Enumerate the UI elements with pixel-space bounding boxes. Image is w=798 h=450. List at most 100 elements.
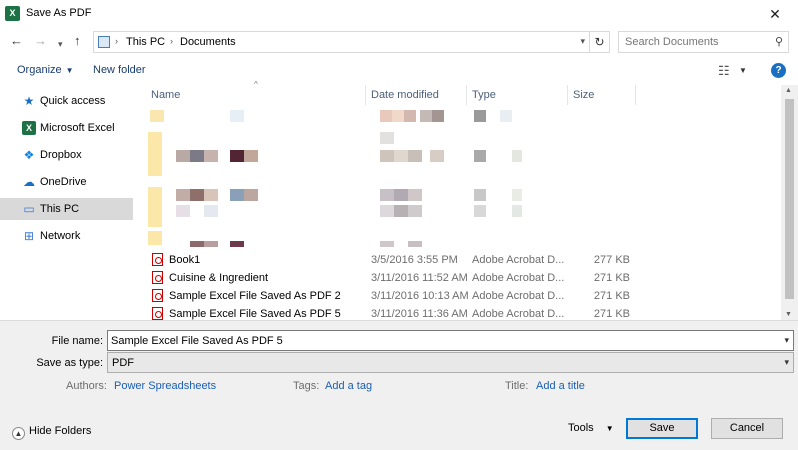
sidebar-item-quick-access[interactable]: ★ Quick access	[0, 90, 133, 112]
chevron-down-icon[interactable]: ▾	[784, 335, 789, 346]
sidebar-item-dropbox[interactable]: ❖ Dropbox	[0, 144, 133, 166]
network-icon: ⊞	[23, 229, 35, 243]
search-box[interactable]: ⚲	[618, 31, 789, 53]
scroll-up-icon[interactable]: ▲	[785, 87, 792, 94]
breadcrumb-documents[interactable]: Documents	[180, 36, 236, 48]
file-row[interactable]: Book1 3/5/2016 3:55 PM Adobe Acrobat D..…	[140, 251, 790, 269]
chevron-down-icon[interactable]: ▾	[784, 357, 789, 368]
column-header-name[interactable]: Name	[151, 85, 180, 105]
save-type-select[interactable]: PDF ▾	[107, 352, 794, 373]
file-name-field[interactable]: ▾	[107, 330, 794, 351]
cancel-button[interactable]: Cancel	[711, 418, 783, 439]
sidebar-item-label: Network	[40, 230, 81, 242]
file-size: 277 KB	[593, 254, 630, 266]
save-type-label: Save as type:	[36, 357, 103, 369]
computer-icon	[98, 36, 110, 48]
file-date: 3/11/2016 10:13 AM	[371, 290, 469, 302]
column-divider[interactable]	[567, 85, 568, 105]
breadcrumb-separator-icon[interactable]: ›	[170, 36, 173, 46]
file-size: 271 KB	[593, 290, 630, 302]
file-type: Adobe Acrobat D...	[472, 290, 565, 302]
save-type-value: PDF	[112, 357, 134, 369]
file-size: 271 KB	[593, 272, 630, 284]
save-button[interactable]: Save	[626, 418, 698, 439]
file-type: Adobe Acrobat D...	[472, 308, 565, 320]
command-toolbar: Organize ▼ New folder ☷ ▼ ?	[0, 57, 798, 85]
file-row[interactable]: Cuisine & Ingredient 3/11/2016 11:52 AM …	[140, 269, 790, 287]
chevron-up-icon: ▲	[12, 427, 25, 440]
refresh-icon[interactable]: ↻	[590, 31, 610, 53]
up-arrow-icon[interactable]: ↑	[74, 34, 81, 48]
file-date: 3/5/2016 3:55 PM	[371, 254, 458, 266]
help-icon[interactable]: ?	[771, 63, 786, 78]
close-button[interactable]: ✕	[752, 0, 798, 28]
file-size: 271 KB	[593, 308, 630, 320]
hide-folders-label: Hide Folders	[29, 425, 92, 437]
sidebar-item-network[interactable]: ⊞ Network	[0, 225, 133, 247]
breadcrumb-separator-icon[interactable]: ›	[115, 36, 118, 46]
file-name-label: File name:	[51, 335, 103, 347]
address-bar[interactable]: › This PC › Documents ▾	[93, 31, 590, 53]
sidebar-item-this-pc[interactable]: ▭ This PC	[0, 198, 133, 220]
scrollbar-thumb[interactable]	[785, 99, 794, 299]
save-options-panel: File name: ▾ Save as type: PDF ▾ Authors…	[0, 320, 798, 450]
chevron-down-icon: ▼	[65, 66, 74, 75]
search-input[interactable]	[625, 35, 770, 49]
navigation-bar: ← → ▾ ↑ › This PC › Documents ▾ ↻ ⚲	[0, 28, 798, 56]
sidebar-item-label: Quick access	[40, 95, 106, 107]
title-value[interactable]: Add a title	[536, 380, 585, 392]
computer-icon: ▭	[23, 202, 35, 216]
column-header-date[interactable]: Date modified	[371, 85, 439, 105]
sidebar-item-label: Microsoft Excel	[40, 122, 115, 134]
pdf-file-icon	[152, 289, 163, 302]
star-icon: ★	[23, 94, 35, 108]
chevron-down-icon: ▼	[605, 424, 614, 433]
back-arrow-icon[interactable]: ←	[10, 34, 23, 48]
sidebar-item-label: OneDrive	[40, 176, 87, 188]
breadcrumb-this-pc[interactable]: This PC	[126, 36, 165, 48]
sidebar-item-label: Dropbox	[40, 149, 82, 161]
scroll-down-icon[interactable]: ▼	[785, 311, 792, 318]
authors-label: Authors:	[66, 380, 107, 392]
recent-locations-chevron-icon[interactable]: ▾	[58, 37, 63, 51]
file-name: Sample Excel File Saved As PDF 2	[169, 290, 341, 302]
chevron-down-icon[interactable]: ▼	[739, 66, 747, 75]
column-header-size[interactable]: Size	[573, 85, 594, 105]
tags-value[interactable]: Add a tag	[325, 380, 372, 392]
navigation-pane: ★ Quick access X Microsoft Excel ❖ Dropb…	[0, 85, 134, 320]
vertical-scrollbar[interactable]: ▲ ▼	[781, 85, 798, 320]
title-bar: X Save As PDF ✕	[0, 0, 798, 28]
tags-label: Tags:	[293, 380, 320, 392]
column-divider[interactable]	[365, 85, 366, 105]
file-name: Book1	[169, 254, 201, 266]
excel-icon: X	[22, 121, 36, 135]
tools-button[interactable]: Tools ▼	[568, 422, 614, 434]
column-divider[interactable]	[635, 85, 636, 105]
file-name: Sample Excel File Saved As PDF 5	[169, 308, 341, 320]
file-name: Cuisine & Ingredient	[169, 272, 269, 284]
forward-arrow-icon[interactable]: →	[34, 34, 47, 48]
organize-label: Organize	[17, 64, 62, 76]
column-header-type[interactable]: Type	[472, 85, 496, 105]
pdf-file-icon	[152, 253, 163, 266]
file-date: 3/11/2016 11:36 AM	[371, 308, 468, 320]
tools-label: Tools	[568, 422, 594, 434]
address-dropdown-icon[interactable]: ▾	[580, 36, 585, 47]
file-date: 3/11/2016 11:52 AM	[371, 272, 468, 284]
cloud-icon: ☁	[23, 175, 35, 189]
sidebar-item-microsoft-excel[interactable]: X Microsoft Excel	[0, 117, 133, 139]
authors-value[interactable]: Power Spreadsheets	[114, 380, 216, 392]
organize-button[interactable]: Organize ▼	[17, 64, 74, 76]
sidebar-item-onedrive[interactable]: ☁ OneDrive	[0, 171, 133, 193]
file-list: ^ Name Date modified Type Size Book1 3/5…	[140, 80, 798, 320]
search-icon[interactable]: ⚲	[775, 35, 783, 48]
file-type: Adobe Acrobat D...	[472, 254, 565, 266]
excel-icon: X	[5, 6, 20, 21]
new-folder-button[interactable]: New folder	[93, 64, 146, 76]
file-name-input[interactable]	[111, 334, 771, 348]
column-divider[interactable]	[466, 85, 467, 105]
sort-ascending-icon: ^	[254, 80, 258, 89]
file-row[interactable]: Sample Excel File Saved As PDF 2 3/11/20…	[140, 287, 790, 305]
hide-folders-button[interactable]: ▲ Hide Folders	[12, 425, 91, 440]
view-options-icon[interactable]: ☷	[718, 63, 730, 79]
